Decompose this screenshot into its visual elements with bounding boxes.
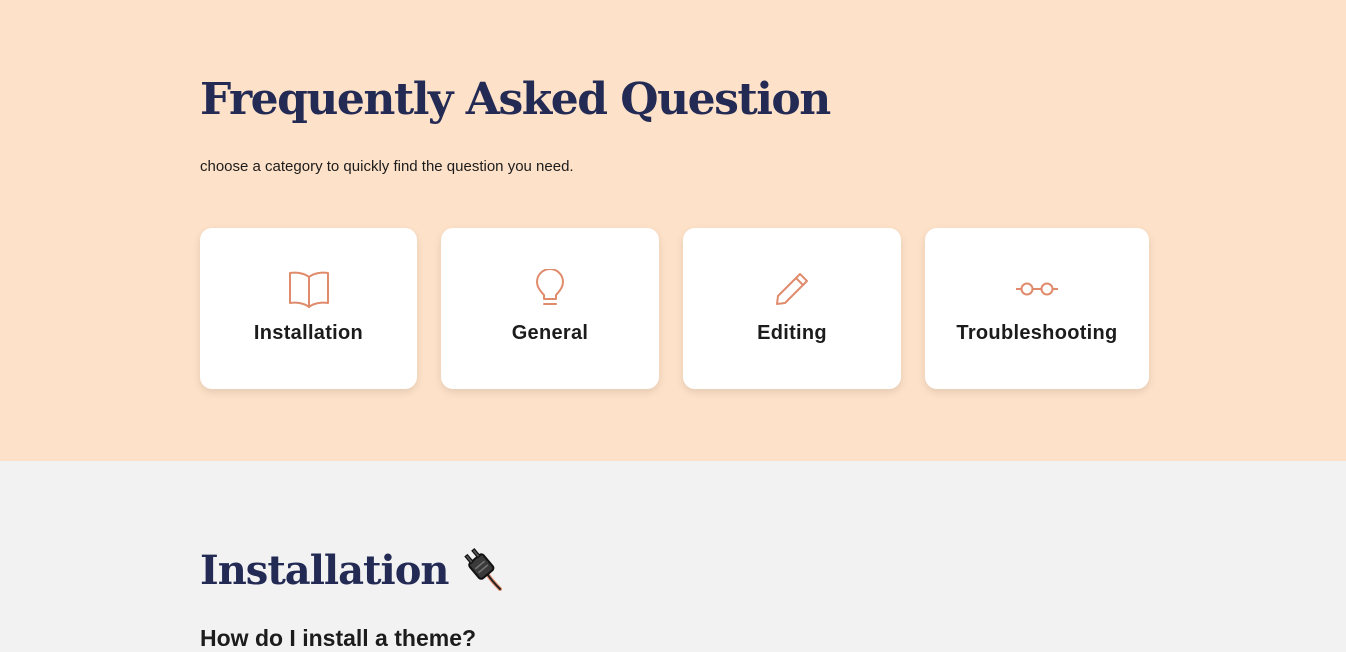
category-label: Editing <box>757 322 827 344</box>
hero-section: Frequently Asked Question choose a categ… <box>0 0 1346 461</box>
category-cards: Installation General Editing Troubleshoo… <box>200 228 1149 389</box>
page-title: Frequently Asked Question <box>200 74 831 125</box>
category-card-installation[interactable]: Installation <box>200 228 417 389</box>
page-subtitle: choose a category to quickly find the qu… <box>200 158 574 175</box>
open-book-icon <box>288 268 330 310</box>
faq-question[interactable]: How do I install a theme? <box>200 625 476 652</box>
lightbulb-icon <box>535 268 565 310</box>
glasses-icon <box>1015 268 1059 310</box>
faq-content: Installation How do I install a theme? <box>0 461 1346 652</box>
category-card-editing[interactable]: Editing <box>683 228 901 389</box>
category-label: Installation <box>253 322 364 344</box>
category-card-troubleshooting[interactable]: Troubleshooting <box>925 228 1149 389</box>
pencil-icon <box>773 268 811 310</box>
category-card-general[interactable]: General <box>441 228 659 389</box>
category-label: Troubleshooting <box>956 322 1118 344</box>
electric-plug-icon <box>462 545 506 596</box>
section-heading: Installation <box>200 545 506 596</box>
category-label: General <box>511 322 589 344</box>
section-title: Installation <box>200 547 449 594</box>
